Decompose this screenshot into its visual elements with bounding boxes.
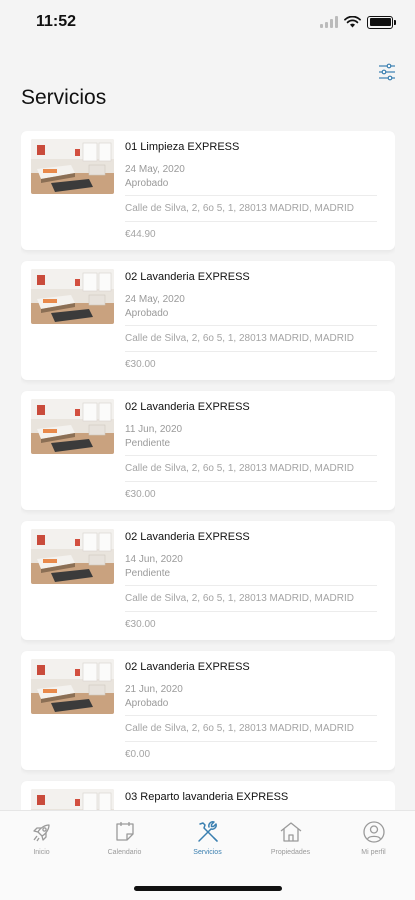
divider [125, 585, 377, 586]
service-thumbnail [31, 659, 114, 714]
service-thumbnail [31, 269, 114, 324]
service-card[interactable]: 03 Reparto lavanderia EXPRESS [21, 781, 395, 811]
page-title: Servicios [21, 86, 107, 109]
apartment-photo [31, 789, 114, 811]
divider [125, 221, 377, 222]
service-address: Calle de Silva, 2, 6o 5, 1, 28013 MADRID… [125, 203, 354, 214]
divider [125, 481, 377, 482]
service-date: 24 May, 2020 [125, 164, 185, 175]
service-thumbnail [31, 789, 114, 811]
service-card[interactable]: 02 Lavanderia EXPRESS 11 Jun, 2020 Pendien… [21, 391, 395, 510]
service-address: Calle de Silva, 2, 6o 5, 1, 28013 MADRID… [125, 463, 354, 474]
services-list[interactable]: 01 Limpieza EXPRESS 24 May, 2020 Aprobado C… [21, 131, 395, 811]
home-indicator [134, 886, 282, 891]
tab-label: Inicio [33, 849, 50, 856]
tab-label: Propiedades [270, 849, 311, 856]
service-title: 03 Reparto lavanderia EXPRESS [125, 791, 289, 803]
status-bar: 11:52 [0, 0, 415, 44]
service-date: 11 Jun, 2020 [125, 424, 183, 435]
divider [125, 325, 377, 326]
tools-icon [197, 821, 218, 842]
service-date: 14 Jun, 2020 [125, 554, 183, 565]
service-thumbnail [31, 399, 114, 454]
tab-label: Mi perfil [361, 849, 386, 856]
divider [125, 741, 377, 742]
service-status: Aprobado [125, 178, 169, 189]
house-icon [280, 822, 301, 842]
tab-calendario[interactable]: Calendario [83, 819, 166, 856]
service-status: Pendiente [125, 438, 171, 449]
service-card[interactable]: 01 Limpieza EXPRESS 24 May, 2020 Aprobado C… [21, 131, 395, 250]
apartment-photo [31, 139, 114, 194]
apartment-photo [31, 659, 114, 714]
tab-mi-perfil[interactable]: Mi perfil [332, 819, 415, 856]
service-title: 02 Lavanderia EXPRESS [125, 531, 250, 543]
status-time: 11:52 [36, 13, 77, 30]
wifi-icon [344, 16, 361, 28]
service-card[interactable]: 02 Lavanderia EXPRESS 21 Jun, 2020 Aprobad… [21, 651, 395, 770]
filter-button[interactable] [377, 62, 397, 82]
service-status: Aprobado [125, 308, 169, 319]
tab-inicio[interactable]: Inicio [0, 819, 83, 856]
service-address: Calle de Silva, 2, 6o 5, 1, 28013 MADRID… [125, 723, 354, 734]
apartment-photo [31, 529, 114, 584]
rocket-icon [32, 824, 50, 842]
calendar-icon [115, 822, 134, 841]
service-price: €44.90 [125, 229, 156, 240]
cellular-signal-icon [320, 16, 338, 28]
service-price: €0.00 [125, 749, 151, 760]
service-date: 24 May, 2020 [125, 294, 185, 305]
service-title: 01 Limpieza EXPRESS [125, 141, 240, 153]
divider [125, 195, 377, 196]
tab-propiedades[interactable]: Propiedades [249, 819, 332, 856]
service-title: 02 Lavanderia EXPRESS [125, 661, 250, 673]
apartment-photo [31, 269, 114, 324]
service-status: Aprobado [125, 698, 169, 709]
tab-label: Calendario [107, 849, 142, 856]
tab-label: Servicios [193, 849, 222, 856]
service-thumbnail [31, 529, 114, 584]
service-thumbnail [31, 139, 114, 194]
service-address: Calle de Silva, 2, 6o 5, 1, 28013 MADRID… [125, 593, 354, 604]
profile-icon [362, 821, 385, 843]
tab-servicios[interactable]: Servicios [166, 819, 249, 856]
service-status: Pendiente [125, 568, 171, 579]
filter-sliders-icon [379, 63, 395, 81]
service-card[interactable]: 02 Lavanderia EXPRESS 24 May, 2020 Aprobad… [21, 261, 395, 380]
divider [125, 351, 377, 352]
service-address: Calle de Silva, 2, 6o 5, 1, 28013 MADRID… [125, 333, 354, 344]
service-price: €30.00 [125, 619, 156, 630]
battery-icon [367, 15, 396, 29]
divider [125, 455, 377, 456]
service-price: €30.00 [125, 359, 156, 370]
service-date: 21 Jun, 2020 [125, 684, 183, 695]
service-title: 02 Lavanderia EXPRESS [125, 401, 250, 413]
apartment-photo [31, 399, 114, 454]
service-card[interactable]: 02 Lavanderia EXPRESS 14 Jun, 2020 Pendien… [21, 521, 395, 640]
service-title: 02 Lavanderia EXPRESS [125, 271, 250, 283]
status-icons [320, 15, 396, 29]
divider [125, 715, 377, 716]
service-price: €30.00 [125, 489, 156, 500]
divider [125, 611, 377, 612]
